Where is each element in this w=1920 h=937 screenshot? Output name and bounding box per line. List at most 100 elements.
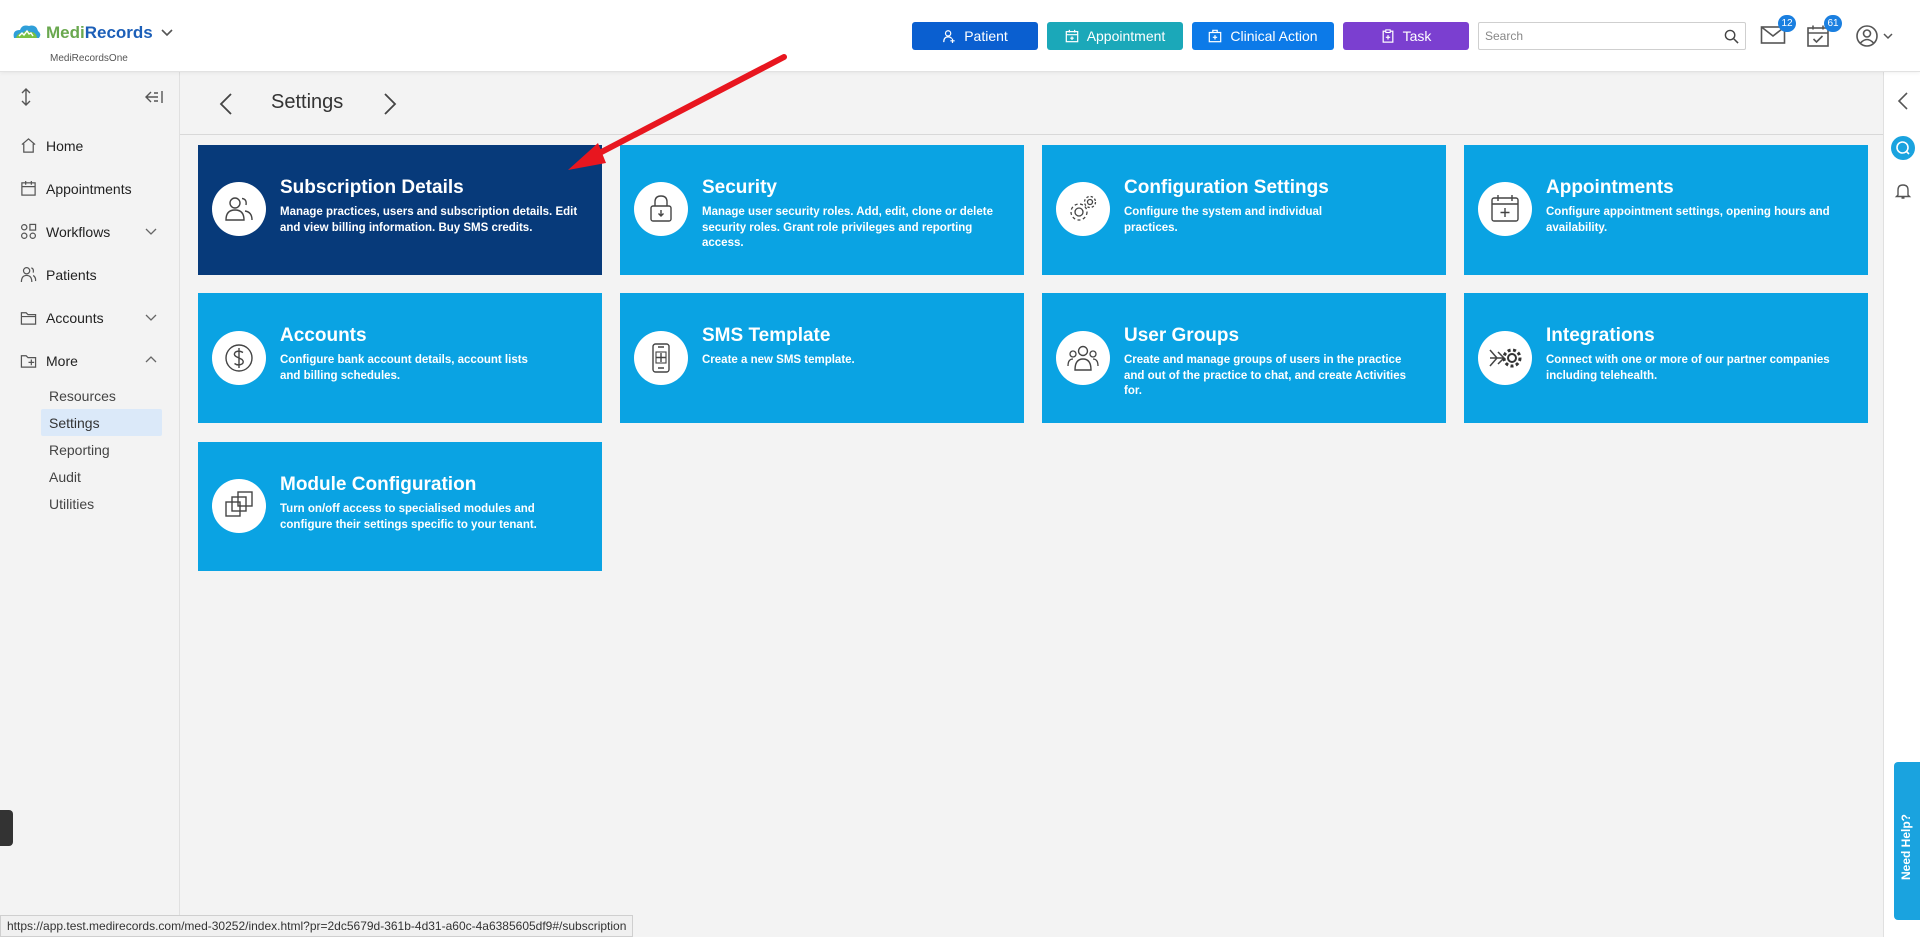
tile-title: Integrations <box>1546 325 1655 346</box>
top-bar: MediRecords MediRecordsOne Patient Appoi… <box>0 0 1920 72</box>
chat-icon[interactable] <box>1891 136 1915 160</box>
users-icon <box>212 182 266 236</box>
add-person-icon <box>943 30 955 43</box>
sidebar-item-label: Patients <box>46 266 97 283</box>
tile-title: SMS Template <box>702 325 831 346</box>
sidebar-item-label: Accounts <box>46 309 104 326</box>
sidebar-item-label: Workflows <box>46 223 111 240</box>
sidebar-item-label: Home <box>46 137 84 154</box>
group-icon <box>1056 331 1110 385</box>
tile-configuration-settings[interactable]: Configuration Settings Configure the sys… <box>1042 145 1446 275</box>
bell-icon[interactable] <box>1894 182 1912 200</box>
status-bar-url: https://app.test.medirecords.com/med-302… <box>0 915 634 937</box>
tile-description: Manage user security roles. Add, edit, c… <box>702 206 993 249</box>
chevron-down-icon <box>145 314 157 321</box>
tile-description: Manage practices, users and subscription… <box>280 206 578 234</box>
page-header: Settings <box>180 72 1883 135</box>
tile-description: Configure bank account details, account … <box>280 354 528 382</box>
sidebar-subitem-reporting[interactable]: Reporting <box>0 436 179 463</box>
workflow-icon <box>20 223 37 240</box>
messages-count-badge: 12 <box>1778 15 1796 32</box>
tasks-count-badge: 61 <box>1824 15 1842 32</box>
sidebar-item-workflows[interactable]: Workflows <box>0 210 179 253</box>
tile-user-groups[interactable]: User Groups Create and manage groups of … <box>1042 293 1446 423</box>
tile-description: Turn on/off access to specialised module… <box>280 503 537 531</box>
sidebar-item-appointments[interactable]: Appointments <box>0 167 179 210</box>
calendar-icon <box>21 180 36 196</box>
gears-icon <box>1056 182 1110 236</box>
global-search[interactable] <box>1478 22 1746 50</box>
search-icon[interactable] <box>1724 29 1739 44</box>
sidebar: Home Appointments Workflows Patients Acc… <box>0 72 180 937</box>
sidebar-item-accounts[interactable]: Accounts <box>0 296 179 339</box>
need-help-label: Need Help? <box>1899 813 1913 880</box>
lock-icon <box>634 182 688 236</box>
tasks-button[interactable]: 61 <box>1806 15 1842 50</box>
sidebar-subitem-utilities[interactable]: Utilities <box>0 490 179 517</box>
back-arrow-icon[interactable] <box>215 92 239 116</box>
phone-plus-icon <box>634 331 688 385</box>
brand-subtitle: MediRecordsOne <box>50 53 128 64</box>
modules-icon <box>212 479 266 533</box>
page-title: Settings <box>271 91 344 113</box>
resize-vertical-icon[interactable] <box>19 88 33 106</box>
sidebar-subitem-audit[interactable]: Audit <box>0 463 179 490</box>
integration-icon <box>1478 331 1532 385</box>
collapse-sidebar-icon[interactable] <box>145 90 163 104</box>
main-content: Settings Subscription Details Manage pra… <box>180 72 1883 937</box>
user-avatar-icon <box>1856 25 1878 47</box>
tile-description: Create a new SMS template. <box>702 354 855 366</box>
tile-integrations[interactable]: Integrations Connect with one or more of… <box>1464 293 1868 423</box>
chevron-down-icon <box>145 228 157 235</box>
clipboard-icon <box>1382 29 1394 43</box>
tile-sms-template[interactable]: SMS Template Create a new SMS template. <box>620 293 1024 423</box>
sidebar-item-patients[interactable]: Patients <box>0 253 179 296</box>
tile-description: Configure the system and individual prac… <box>1124 206 1323 234</box>
medical-bag-icon <box>1209 29 1222 43</box>
new-appointment-button[interactable]: Appointment <box>1047 22 1183 50</box>
tile-title: Subscription Details <box>280 177 464 198</box>
tile-accounts[interactable]: Accounts Configure bank account details,… <box>198 293 602 423</box>
tile-subscription-details[interactable]: Subscription Details Manage practices, u… <box>198 145 602 275</box>
appointment-button-label: Appointment <box>1086 28 1166 44</box>
folder-icon <box>20 312 37 325</box>
clinical-action-button-label: Clinical Action <box>1230 28 1318 44</box>
sidebar-subitem-settings[interactable]: Settings <box>41 409 162 436</box>
side-tab-handle[interactable] <box>0 810 13 846</box>
patient-button-label: Patient <box>964 28 1008 44</box>
search-input[interactable] <box>1479 23 1709 49</box>
clinical-action-button[interactable]: Clinical Action <box>1192 22 1334 50</box>
tile-security[interactable]: Security Manage user security roles. Add… <box>620 145 1024 275</box>
brand-switcher[interactable]: MediRecords <box>10 22 173 44</box>
tile-title: User Groups <box>1124 325 1240 346</box>
sidebar-item-home[interactable]: Home <box>0 124 179 167</box>
new-task-button[interactable]: Task <box>1343 22 1469 50</box>
new-patient-button[interactable]: Patient <box>912 22 1038 50</box>
chevron-down-icon <box>1883 33 1893 40</box>
patients-icon <box>20 266 37 283</box>
tile-appointments[interactable]: Appointments Configure appointment setti… <box>1464 145 1868 275</box>
tile-module-configuration[interactable]: Module Configuration Turn on/off access … <box>198 442 602 571</box>
sidebar-toolbar <box>0 72 179 124</box>
sidebar-item-label: Appointments <box>46 180 132 197</box>
more-icon <box>20 355 37 368</box>
tile-title: Security <box>702 177 777 198</box>
tile-title: Accounts <box>280 325 367 346</box>
need-help-button[interactable]: Need Help? <box>1894 762 1920 920</box>
medirecords-logo-icon <box>10 22 42 44</box>
home-icon <box>21 138 36 153</box>
messages-button[interactable]: 12 <box>1760 15 1796 50</box>
tile-title: Module Configuration <box>280 474 477 495</box>
tile-title: Configuration Settings <box>1124 177 1329 198</box>
forward-arrow-icon[interactable] <box>377 92 401 116</box>
calendar-icon <box>1065 29 1078 43</box>
sidebar-subitem-resources[interactable]: Resources <box>0 382 179 409</box>
user-menu[interactable] <box>1855 24 1895 50</box>
chevron-down-icon <box>161 26 173 40</box>
sidebar-item-label: More <box>46 352 78 369</box>
chevron-up-icon <box>145 356 157 363</box>
dollar-icon <box>212 331 266 385</box>
sidebar-item-more[interactable]: More <box>0 339 179 382</box>
task-button-label: Task <box>1402 28 1432 44</box>
collapse-right-panel-icon[interactable] <box>1897 92 1909 110</box>
